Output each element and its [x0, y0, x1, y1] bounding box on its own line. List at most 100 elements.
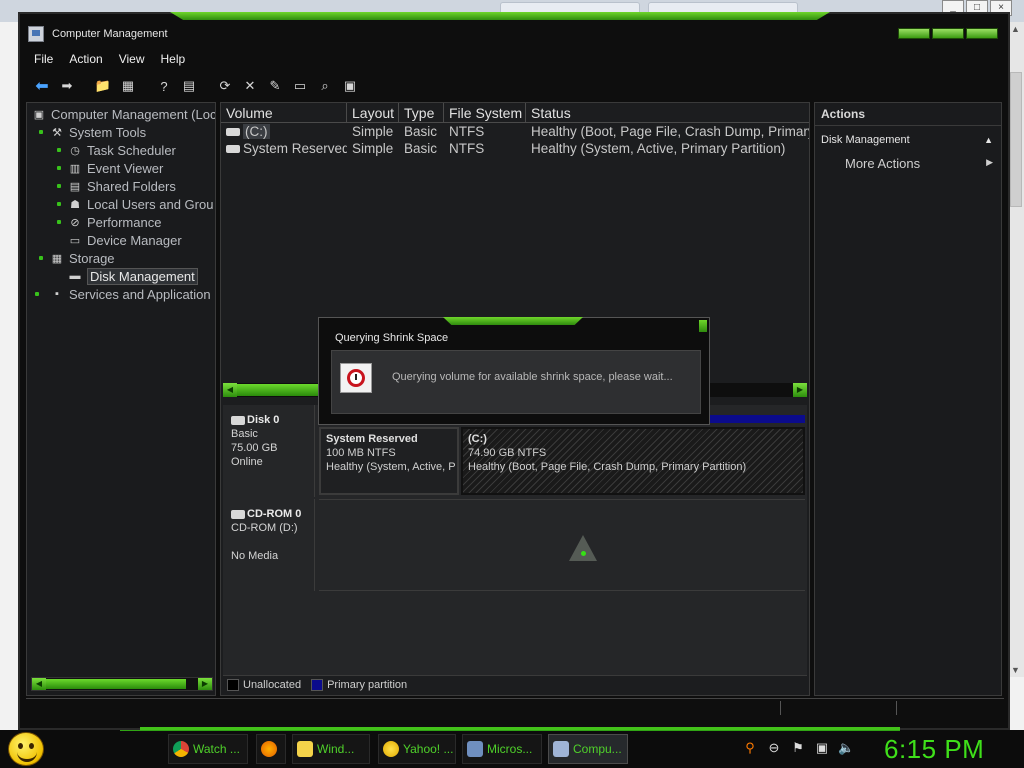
wizard-icon[interactable]: ✎ [265, 76, 285, 96]
disk-type: Basic [231, 428, 258, 440]
network-icon[interactable]: ▣ [814, 740, 830, 756]
partition-system-reserved[interactable]: System Reserved 100 MB NTFS Healthy (Sys… [319, 427, 459, 495]
dialog-title: Querying Shrink Space [335, 332, 449, 344]
scroll-left-icon[interactable]: ◀ [223, 383, 237, 397]
taskbar-button-computer-management[interactable]: Compu... [548, 734, 628, 764]
delete-icon[interactable]: ✕ [240, 76, 260, 96]
menu-help[interactable]: Help [153, 50, 194, 70]
tree-item-task-scheduler[interactable]: ◷ Task Scheduler [67, 141, 176, 159]
menu-file[interactable]: File [26, 50, 61, 70]
taskbar-button-firefox[interactable] [256, 734, 286, 764]
taskbar-button-watch[interactable]: Watch ... [168, 734, 248, 764]
tree-item-local-users[interactable]: ☗ Local Users and Grou [67, 195, 213, 213]
cdrom-media: No Media [231, 550, 279, 562]
more-actions[interactable]: More Actions ▶ [815, 152, 1001, 175]
disk-size: 75.00 GB [231, 442, 278, 454]
table-row[interactable]: (C:) Simple Basic NTFS Healthy (Boot, Pa… [221, 124, 809, 141]
dialog-message: Querying volume for available shrink spa… [392, 371, 673, 383]
scroll-down-icon[interactable]: ▼ [1011, 665, 1020, 675]
chevron-right-icon: ▶ [986, 157, 993, 167]
column-status[interactable]: Status [526, 103, 809, 123]
taskbar-button-yahoo[interactable]: Yahoo! ... [378, 734, 456, 764]
desktop: _ □ × ▲ ▼ Computer Management File Actio… [0, 0, 1024, 768]
cdrom-0-label[interactable]: CD-ROM 0 CD-ROM (D:) No Media [223, 499, 315, 591]
folder-up-icon[interactable]: 📁 [93, 76, 113, 96]
cdrom-drive: CD-ROM (D:) [231, 522, 298, 534]
actions-pane: Actions Disk Management ▲ More Actions ▶ [814, 102, 1002, 696]
column-layout[interactable]: Layout [347, 103, 399, 123]
layout-cell: Simple [352, 124, 394, 139]
column-volume[interactable]: Volume [221, 103, 347, 123]
tree-item-device-manager[interactable]: ▭ Device Manager [67, 231, 182, 249]
export-icon[interactable]: ▣ [340, 76, 360, 96]
refresh-icon[interactable]: ⟳ [215, 76, 235, 96]
search-icon[interactable]: ⚲ [742, 740, 758, 756]
actions-disk-management[interactable]: Disk Management ▲ [815, 126, 1001, 152]
volume-cell: System Reserved [221, 141, 347, 158]
partition-c-drive[interactable]: (C:) 74.90 GB NTFS Healthy (Boot, Page F… [461, 427, 805, 495]
clock-icon: ◷ [70, 144, 80, 157]
scroll-left-icon[interactable]: ◀ [32, 678, 46, 690]
tree-item-system-tools[interactable]: ⚒ System Tools [49, 123, 146, 141]
search-icon[interactable]: ⌕ [315, 76, 335, 96]
tree-item-services-applications[interactable]: ▪ Services and Application [49, 285, 211, 303]
dialog-edge-accent [699, 320, 707, 332]
tree-root[interactable]: ▣ Computer Management (Loc [31, 105, 215, 123]
show-hide-tree-icon[interactable]: ▦ [118, 76, 138, 96]
scrollbar-thumb[interactable] [46, 679, 186, 689]
table-row[interactable]: System Reserved Simple Basic NTFS Health… [221, 141, 809, 158]
logo-dot [581, 551, 586, 556]
chat-icon[interactable]: ⊖ [766, 740, 782, 756]
taskbar-button-microsoft[interactable]: Micros... [462, 734, 542, 764]
scrollbar-thumb[interactable] [1010, 72, 1022, 207]
event-viewer-icon: ▥ [69, 162, 81, 175]
maximize-button[interactable] [932, 28, 964, 39]
scroll-right-icon[interactable]: ▶ [198, 678, 212, 690]
type-cell: Basic [404, 124, 438, 139]
back-icon[interactable]: ⬅ [32, 76, 52, 96]
tree-item-performance[interactable]: ⊘ Performance [67, 213, 161, 231]
column-file-system[interactable]: File System [444, 103, 526, 123]
start-button[interactable] [8, 732, 46, 766]
help-icon[interactable]: ? [154, 76, 174, 96]
minimize-button[interactable] [898, 28, 930, 39]
scroll-up-icon[interactable]: ▲ [1011, 24, 1020, 34]
tree-item-event-viewer[interactable]: ▥ Event Viewer [67, 159, 164, 177]
action-center-flag-icon[interactable]: ⚑ [790, 740, 806, 756]
tree-horizontal-scrollbar[interactable]: ◀ ▶ [31, 677, 213, 691]
tree-item-shared-folders[interactable]: ▤ Shared Folders [67, 177, 176, 195]
tree-item-storage[interactable]: ▦ Storage [49, 249, 115, 267]
scroll-right-icon[interactable]: ▶ [793, 383, 807, 397]
querying-shrink-space-dialog: Querying Shrink Space Querying volume fo… [318, 317, 710, 425]
legend: Unallocated Primary partition [223, 675, 807, 693]
open-folder-icon[interactable]: ▭ [290, 76, 310, 96]
folder-icon [297, 741, 313, 757]
taskbar-clock[interactable]: 6:15 PM [884, 734, 984, 765]
collapse-icon[interactable]: ▲ [984, 135, 993, 145]
menu-action[interactable]: Action [61, 50, 110, 70]
status-bar [26, 698, 1004, 716]
primary-partition-swatch [311, 678, 324, 691]
volume-icon[interactable]: 🔈 [838, 740, 854, 756]
menu-view[interactable]: View [111, 50, 153, 70]
scrollbar-thumb[interactable] [237, 384, 327, 396]
title-bar[interactable]: Computer Management [20, 20, 1008, 48]
taskbar: Watch ... Wind... Yahoo! ... Micros... C… [0, 730, 1024, 768]
disk-0-label[interactable]: Disk 0 Basic 75.00 GB Online [223, 405, 315, 497]
status-cell: Healthy (System, Active, Primary Partiti… [531, 141, 786, 156]
close-button[interactable] [966, 28, 998, 39]
forward-icon[interactable]: ➡ [57, 76, 77, 96]
disk-icon [231, 415, 245, 425]
column-type[interactable]: Type [399, 103, 444, 123]
taskbar-button-windows[interactable]: Wind... [292, 734, 370, 764]
properties-icon[interactable]: ▤ [179, 76, 199, 96]
firefox-icon [261, 741, 277, 757]
smiley-icon [8, 732, 44, 766]
drive-icon [226, 128, 240, 137]
drive-icon [226, 145, 240, 154]
disk-icon: ▬ [69, 270, 81, 282]
menu-bar: File Action View Help [26, 50, 1004, 70]
tree-item-disk-management[interactable]: ▬ Disk Management [67, 267, 198, 285]
toolbar: ⬅ ➡ 📁 ▦ ? ▤ ⟳ ✕ ✎ ▭ ⌕ ▣ [26, 74, 1004, 98]
layout-cell: Simple [352, 141, 394, 156]
